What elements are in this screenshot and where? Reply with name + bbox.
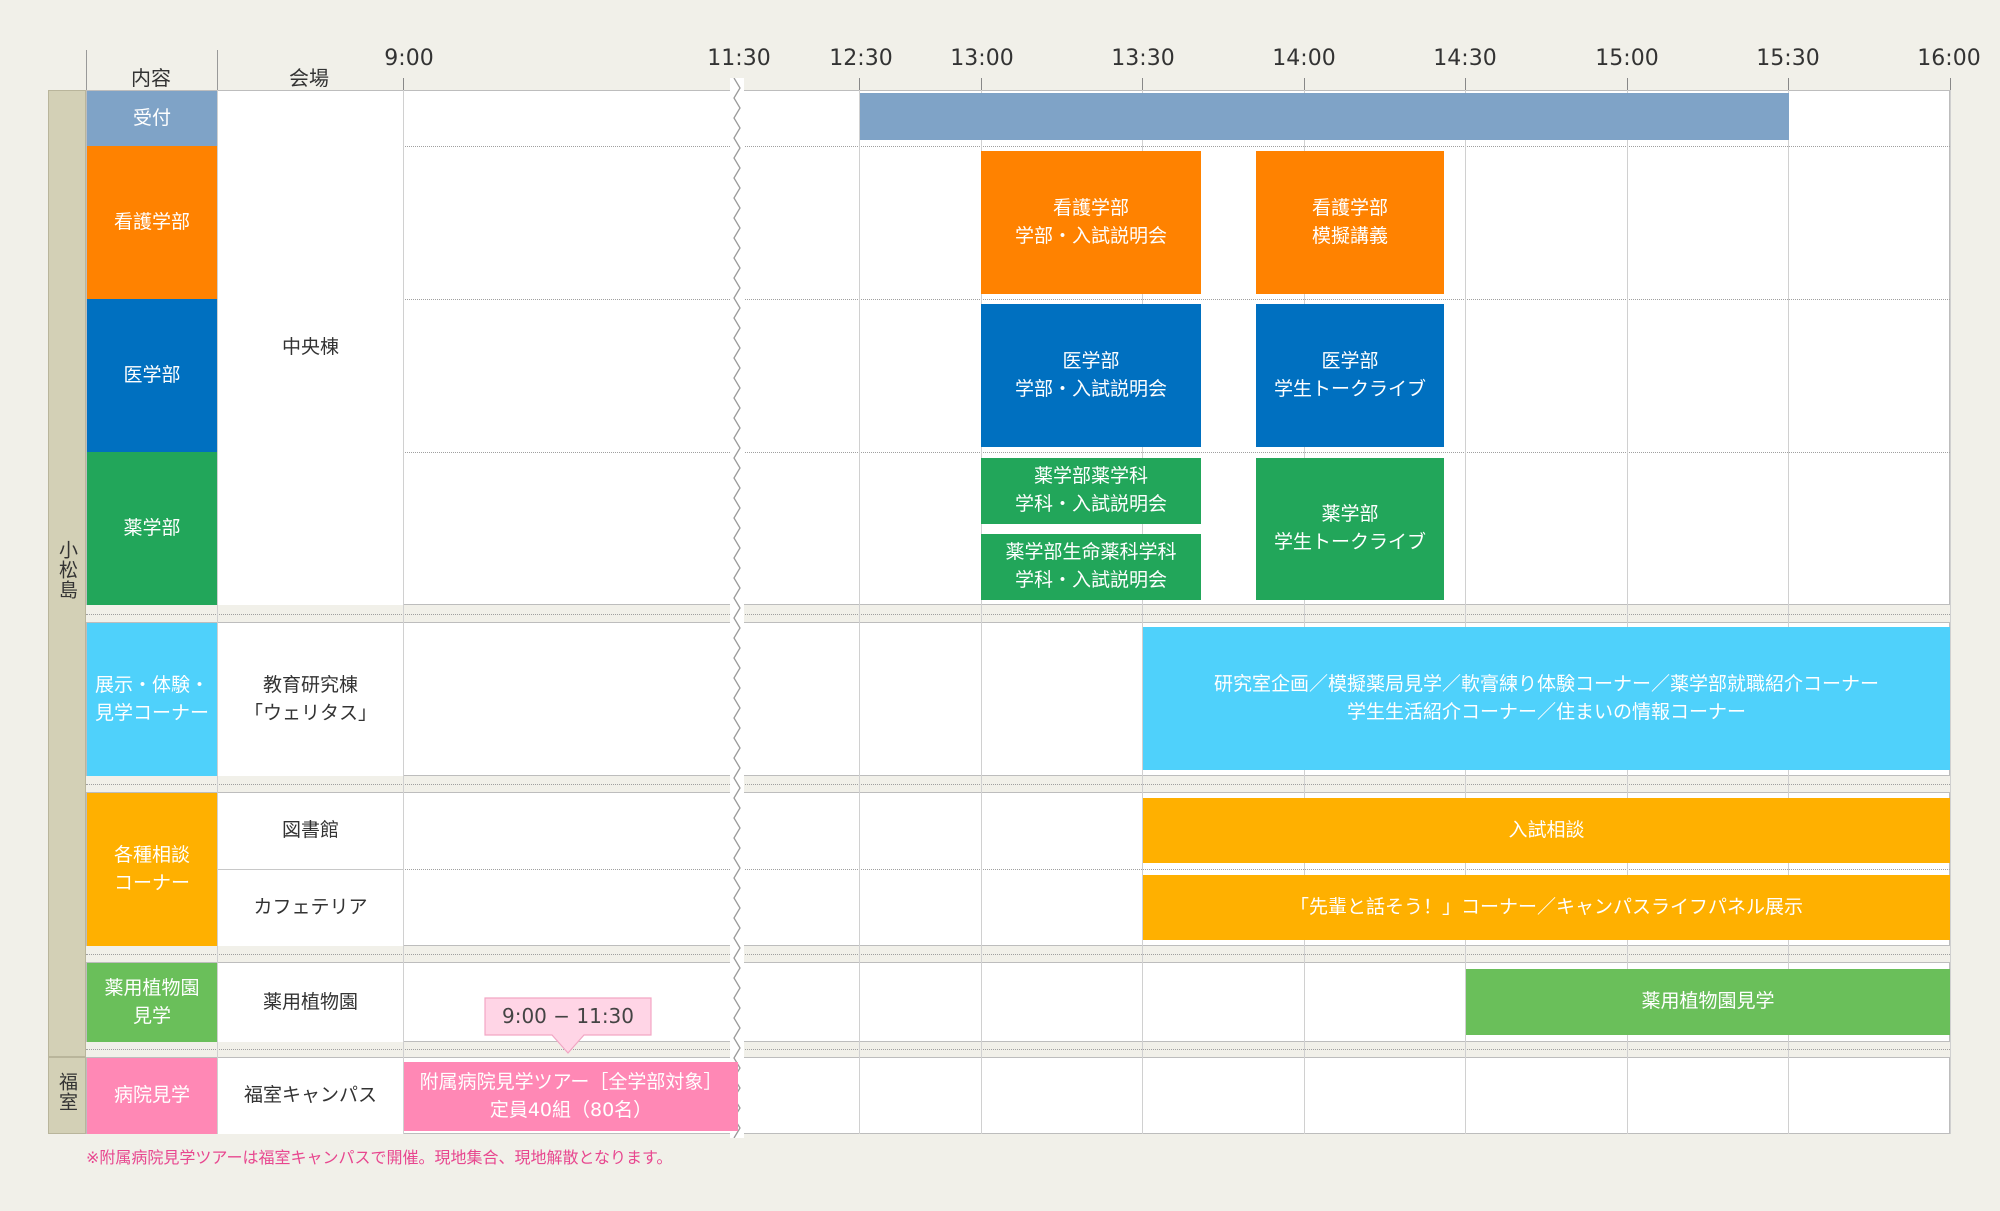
event-medicine-live: 医学部 学生トークライブ — [1256, 304, 1444, 447]
event-hospital-tour: 附属病院見学ツアー［全学部対象］ 定員40組（80名） — [404, 1062, 738, 1131]
time-label-1330: 13:30 — [1111, 46, 1175, 71]
time-label-1500: 15:00 — [1595, 46, 1659, 71]
event-reception-bar — [860, 93, 1789, 140]
time-label-1530: 15:30 — [1756, 46, 1820, 71]
time-label-1300: 13:00 — [950, 46, 1014, 71]
event-exhibit: 研究室企画／模擬薬局見学／軟膏練り体験コーナー／薬学部就職紹介コーナー 学生生活… — [1143, 627, 1950, 770]
venue-cafeteria: カフェテリア — [218, 870, 403, 946]
callout-hospital-time: 9:00 − 11:30 — [484, 997, 652, 1054]
category-pharmacy: 薬学部 — [87, 452, 217, 605]
time-label-1430: 14:30 — [1433, 46, 1497, 71]
time-label-1400: 14:00 — [1272, 46, 1336, 71]
campus-label-komatsushima: 小松島 — [56, 540, 78, 600]
col-header-venue: 会場 — [289, 66, 329, 90]
venue-fukumuro: 福室キャンパス — [218, 1058, 403, 1134]
event-nursing-lecture: 看護学部 模擬講義 — [1256, 151, 1444, 294]
time-label-1130: 11:30 — [707, 46, 771, 71]
event-pharm-sci-briefing: 薬学部薬学科 学科・入試説明会 — [981, 458, 1201, 524]
event-garden-tour: 薬用植物園見学 — [1466, 969, 1950, 1035]
category-consult: 各種相談 コーナー — [87, 793, 217, 946]
event-pharm-life-briefing: 薬学部生命薬科学科 学科・入試説明会 — [981, 534, 1201, 600]
col-header-content: 内容 — [131, 66, 171, 90]
event-medicine-briefing: 医学部 学部・入試説明会 — [981, 304, 1201, 447]
venue-library: 図書館 — [218, 793, 403, 869]
venue-garden: 薬用植物園 — [218, 963, 403, 1042]
category-reception: 受付 — [87, 91, 217, 146]
category-hospital: 病院見学 — [87, 1058, 217, 1134]
event-nursing-briefing: 看護学部 学部・入試説明会 — [981, 151, 1201, 294]
time-label-0900: 9:00 — [384, 46, 434, 71]
callout-time-text: 9:00 − 11:30 — [501, 1004, 635, 1028]
venue-veritas: 教育研究棟 「ウェリタス」 — [218, 623, 403, 776]
category-nursing: 看護学部 — [87, 146, 217, 299]
event-senpai-corner: 「先輩と話そう！」コーナー／キャンパスライフパネル展示 — [1143, 875, 1950, 940]
venue-central: 中央棟 — [218, 91, 403, 605]
category-garden: 薬用植物園 見学 — [87, 963, 217, 1042]
event-admission-consult: 入試相談 — [1143, 798, 1950, 863]
category-medicine: 医学部 — [87, 299, 217, 452]
event-pharm-live: 薬学部 学生トークライブ — [1256, 458, 1444, 600]
time-label-1600: 16:00 — [1917, 46, 1981, 71]
time-label-1230: 12:30 — [829, 46, 893, 71]
category-exhibit: 展示・体験・ 見学コーナー — [87, 623, 217, 776]
campus-label-fukumuro: 福室 — [56, 1072, 78, 1112]
time-break-zigzag — [730, 78, 744, 1138]
footnote: ※附属病院見学ツアーは福室キャンパスで開催。現地集合、現地解散となります。 — [86, 1148, 673, 1167]
